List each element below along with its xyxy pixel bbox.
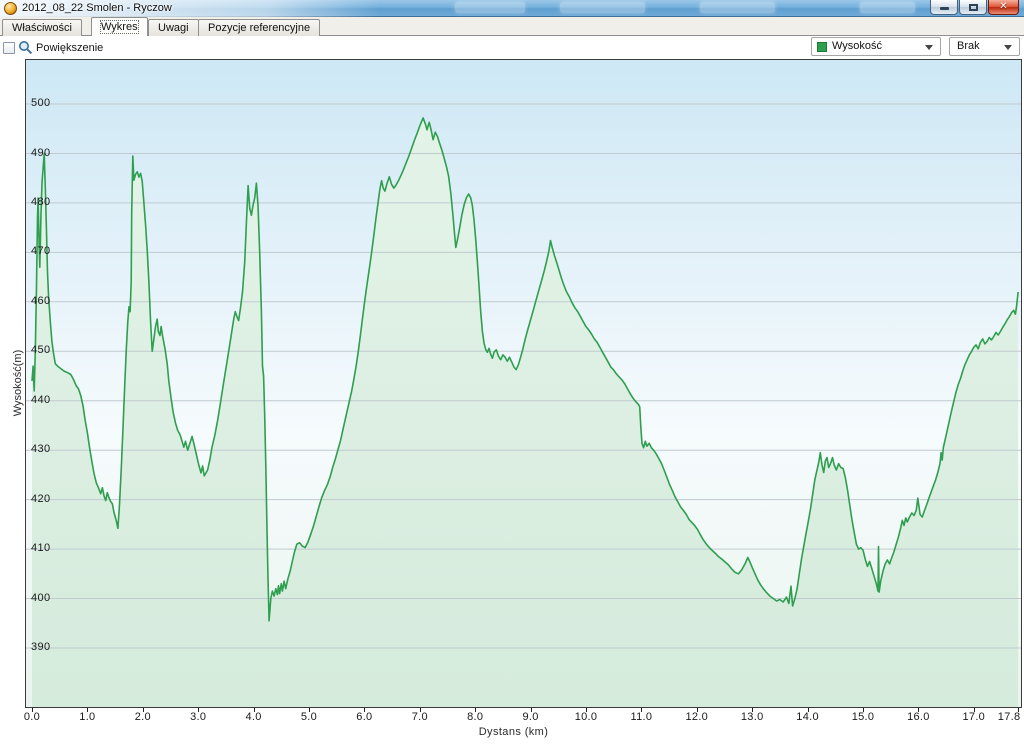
minimize-icon: [940, 7, 949, 10]
overlay-selected-value: Brak: [957, 38, 980, 55]
tab-wykres[interactable]: Wykres: [91, 17, 148, 36]
x-tick-label: 12.0: [680, 711, 714, 723]
x-tick-label: 14.0: [791, 711, 825, 723]
series-dropdown[interactable]: Wysokość: [811, 37, 941, 56]
glass-reflection: [860, 2, 915, 13]
x-tick-label: 1.0: [70, 711, 104, 723]
tab-label: Wykres: [101, 21, 138, 33]
tab-bar: Właściwości Wykres Uwagi Pozycje referen…: [0, 17, 1024, 36]
y-tick-label: 400: [31, 592, 51, 604]
y-tick-label: 410: [31, 542, 51, 554]
glass-reflection: [700, 2, 775, 13]
y-tick-label: 470: [31, 245, 51, 257]
tab-wlasciwosci[interactable]: Właściwości: [2, 19, 82, 36]
series-selected-value: Wysokość: [832, 38, 882, 55]
chevron-down-icon: [925, 45, 933, 50]
close-button[interactable]: ✕: [988, 0, 1019, 15]
maximize-button[interactable]: [959, 0, 987, 15]
x-tick-label: 6.0: [347, 711, 381, 723]
tab-label: Uwagi: [158, 22, 189, 34]
zoom-checkbox[interactable]: [3, 42, 15, 54]
y-tick-label: 420: [31, 493, 51, 505]
x-tick-label: 4.0: [237, 711, 271, 723]
magnifier-icon: [18, 40, 34, 56]
x-tick-label: 13.0: [735, 711, 769, 723]
x-tick-label: 0.0: [15, 711, 49, 723]
zoom-label: Powiększenie: [36, 42, 103, 54]
tab-uwagi[interactable]: Uwagi: [148, 19, 199, 36]
glass-reflection: [560, 2, 645, 13]
chevron-down-icon: [1004, 45, 1012, 50]
app-window: 2012_08_22 Smolen - Ryczow ✕ Właściwości…: [0, 0, 1024, 744]
chart-toolbar: Powiększenie Wysokość Brak: [0, 36, 1024, 60]
tab-pozycje-referencyjne[interactable]: Pozycje referencyjne: [198, 19, 320, 36]
x-tick-label: 2.0: [126, 711, 160, 723]
chart-canvas: [26, 60, 1021, 707]
y-tick-label: 440: [31, 394, 51, 406]
window-title: 2012_08_22 Smolen - Ryczow: [22, 2, 172, 14]
app-icon: [4, 2, 17, 15]
elevation-chart[interactable]: 390 400 410 420 430 440 450 460 470 480 490 500: [25, 59, 1022, 708]
x-tick-label: 7.0: [403, 711, 437, 723]
x-axis-title: Dystans (km): [26, 726, 1001, 738]
x-tick-label: 10.0: [569, 711, 603, 723]
y-tick-label: 490: [31, 147, 51, 159]
y-tick-label: 460: [31, 295, 51, 307]
x-tick-label: 5.0: [292, 711, 326, 723]
elevation-area-fill: [32, 118, 1018, 707]
x-tick-label: 15.0: [846, 711, 880, 723]
window-controls: ✕: [930, 0, 1019, 15]
x-tick-label: 3.0: [181, 711, 215, 723]
x-tick-label: 17.8: [992, 711, 1024, 723]
y-axis-title: Wysokość(m): [12, 328, 24, 438]
x-tick-label: 9.0: [514, 711, 548, 723]
y-tick-label: 480: [31, 196, 51, 208]
y-tick-label: 450: [31, 344, 51, 356]
x-tick-label: 16.0: [901, 711, 935, 723]
y-tick-label: 500: [31, 97, 51, 109]
y-tick-label: 390: [31, 641, 51, 653]
titlebar[interactable]: 2012_08_22 Smolen - Ryczow ✕: [0, 0, 1024, 17]
series-color-chip: [817, 42, 827, 52]
overlay-dropdown[interactable]: Brak: [949, 37, 1020, 56]
tab-label: Pozycje referencyjne: [208, 22, 310, 34]
glass-reflection: [455, 2, 525, 13]
close-icon: ✕: [989, 1, 1018, 12]
tab-label: Właściwości: [12, 22, 72, 34]
minimize-button[interactable]: [930, 0, 958, 15]
x-tick-label: 11.0: [624, 711, 658, 723]
x-tick-label: 8.0: [458, 711, 492, 723]
y-tick-label: 430: [31, 443, 51, 455]
maximize-icon: [969, 4, 978, 11]
x-tick-label: 17.0: [957, 711, 991, 723]
